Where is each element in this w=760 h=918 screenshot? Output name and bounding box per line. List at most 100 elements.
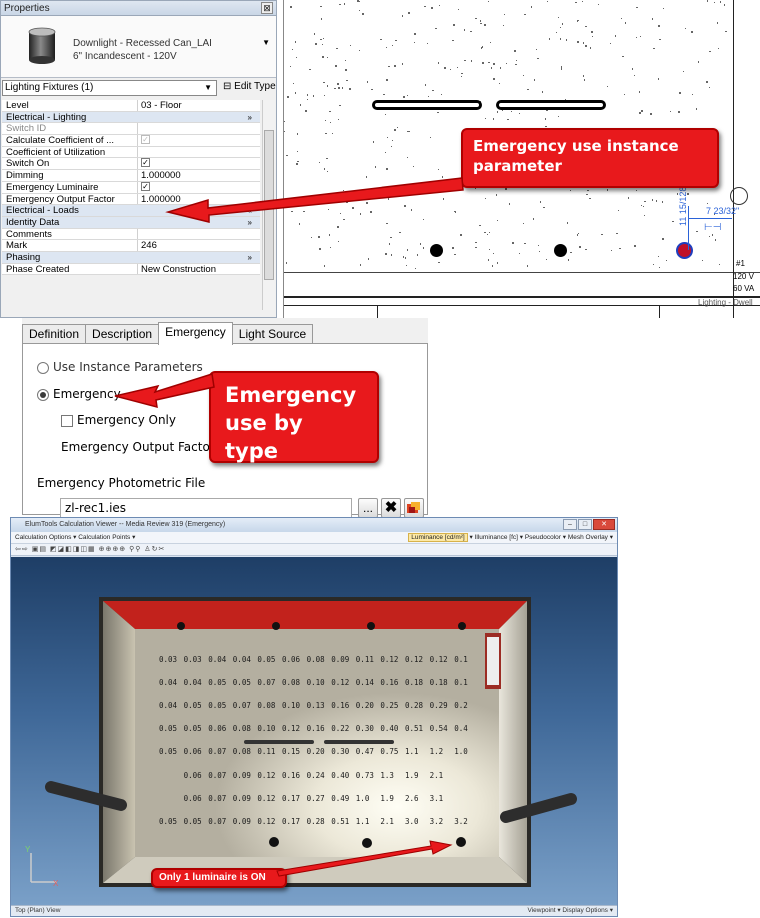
- illuminance-value: 0.47: [355, 747, 374, 756]
- view-icon[interactable]: ◫: [80, 546, 88, 553]
- viewpoint-menus[interactable]: Viewpoint ▾ Display Options ▾: [527, 906, 613, 916]
- illuminance-value: 0.18: [405, 678, 424, 687]
- illuminance-menus[interactable]: ▾ Illuminance [fc] ▾ Pseudocolor ▾ Mesh …: [470, 534, 613, 541]
- illuminance-value: 0.12: [282, 724, 301, 733]
- illuminance-value: 0.05: [159, 817, 178, 826]
- maximize-icon[interactable]: □: [578, 519, 592, 530]
- illuminance-value: 0.07: [257, 678, 276, 687]
- illuminance-value: 0.4: [454, 724, 468, 733]
- walk-icon[interactable]: ♙: [144, 546, 151, 553]
- illuminance-value: 0.04: [159, 701, 178, 710]
- callout-text: Only 1 luminaire is ON: [159, 872, 266, 883]
- photometric-icon: [407, 502, 420, 513]
- illuminance-value: 0.1: [454, 678, 468, 687]
- minimize-icon[interactable]: –: [563, 519, 577, 530]
- illuminance-value: 0.11: [355, 655, 374, 664]
- view-mode-label: Top (Plan) View: [15, 907, 61, 914]
- illuminance-value: 0.16: [306, 724, 325, 733]
- illuminance-value: 0.07: [208, 794, 227, 803]
- illuminance-value: 0.24: [306, 771, 325, 780]
- view-icon[interactable]: ◩: [50, 546, 58, 553]
- callout-line-1: Emergency: [225, 383, 357, 407]
- illuminance-value: 0.75: [380, 747, 399, 756]
- illuminance-value: 0.12: [257, 817, 276, 826]
- illuminance-value: 0.29: [429, 701, 448, 710]
- illuminance-value: 0.1: [454, 655, 468, 664]
- illuminance-value: 0.08: [257, 701, 276, 710]
- window-controls: – □ ✕: [563, 519, 615, 530]
- illuminance-value: 1.3: [380, 771, 394, 780]
- illuminance-value: 0.30: [331, 747, 350, 756]
- illuminance-value: 0.05: [183, 701, 202, 710]
- illuminance-value: 1.9: [380, 794, 394, 803]
- view-icon[interactable]: ◪: [58, 546, 66, 553]
- illuminance-value: 0.06: [183, 794, 202, 803]
- illuminance-value: 0.06: [183, 771, 202, 780]
- illuminance-value: 1.0: [355, 794, 370, 803]
- illuminance-value: 0.05: [232, 678, 251, 687]
- illuminance-value: 3.0: [405, 817, 419, 826]
- zoom-icon[interactable]: ⚲: [135, 546, 141, 553]
- illuminance-value: 0.03: [159, 655, 178, 664]
- illuminance-value: 0.25: [380, 701, 399, 710]
- illuminance-value: 0.05: [208, 701, 227, 710]
- illuminance-value: 0.05: [159, 724, 178, 733]
- illuminance-value: 0.10: [306, 678, 325, 687]
- illuminance-value: 2.1: [429, 771, 444, 780]
- illuminance-value: 0.08: [306, 655, 325, 664]
- illuminance-value: 0.07: [232, 701, 251, 710]
- forward-icon[interactable]: ⇨: [22, 546, 29, 553]
- illuminance-value: 2.6: [405, 794, 419, 803]
- calc-options-menu[interactable]: Calculation Options ▾ Calculation Points…: [15, 534, 135, 541]
- viewer-toolbar: ⇦⇨ ▣▤ ◩◪◧◨◫▦ ⊕⊕⊕⊕ ⚲⚲ ♙↻✂: [11, 544, 617, 556]
- viewer-titlebar: ElumTools Calculation Viewer -- Media Re…: [11, 518, 617, 532]
- illuminance-value: 0.20: [355, 701, 374, 710]
- photometric-file-field[interactable]: zl-rec1.ies: [60, 498, 352, 518]
- illuminance-value: 3.1: [429, 794, 444, 803]
- photometric-file-value: zl-rec1.ies: [65, 501, 127, 515]
- illuminance-value: 1.2: [429, 747, 444, 756]
- photometric-preview-button[interactable]: [404, 498, 424, 518]
- illuminance-value: 0.12: [405, 655, 424, 664]
- illuminance-value: 0.09: [232, 817, 251, 826]
- viewer-title: ElumTools Calculation Viewer -- Media Re…: [25, 521, 226, 528]
- illuminance-value: 0.04: [208, 655, 227, 664]
- illuminance-value: 0.12: [257, 794, 276, 803]
- illuminance-value: 0.51: [331, 817, 350, 826]
- illuminance-value: 0.20: [306, 747, 325, 756]
- axis-x-label: X: [53, 879, 59, 888]
- illuminance-value: 0.08: [232, 747, 251, 756]
- luminance-menu[interactable]: Luminance [cd/m²]: [408, 533, 468, 542]
- tab-emergency[interactable]: Emergency: [158, 322, 233, 345]
- browse-button[interactable]: ...: [358, 498, 378, 518]
- illuminance-value: 0.14: [355, 678, 374, 687]
- settings-icon[interactable]: ✂: [158, 546, 165, 553]
- illuminance-value: 0.05: [159, 747, 178, 756]
- close-icon[interactable]: ✕: [593, 519, 615, 530]
- illuminance-value: 0.07: [208, 817, 227, 826]
- illuminance-value: 0.06: [183, 747, 202, 756]
- illuminance-value: 3.2: [429, 817, 444, 826]
- illuminance-value: 0.13: [306, 701, 325, 710]
- orbit-icon[interactable]: ⊕: [119, 546, 126, 553]
- output-factor-label: Emergency Output Factor: [61, 440, 215, 454]
- illuminance-value: 3.2: [454, 817, 468, 826]
- callout-line-2: use by type: [225, 411, 303, 463]
- illuminance-value: 1.1: [355, 817, 370, 826]
- clear-button[interactable]: ✖: [381, 498, 401, 518]
- 3d-scene[interactable]: 0.03 0.03 0.04 0.04 0.05 0.06 0.08 0.09 0.11 0.12…: [11, 557, 617, 906]
- tab-light-source[interactable]: Light Source: [231, 324, 314, 344]
- illuminance-value: 0.10: [282, 701, 301, 710]
- illuminance-value: 0.06: [282, 655, 301, 664]
- illuminance-value: 0.10: [257, 724, 276, 733]
- view-icon[interactable]: ▦: [88, 546, 96, 553]
- copy-icon[interactable]: ▤: [39, 546, 47, 553]
- illuminance-value: 1.9: [405, 771, 419, 780]
- illuminance-value: 0.05: [183, 724, 202, 733]
- view-icon[interactable]: ◧: [65, 546, 73, 553]
- display-mode-menus: Luminance [cd/m²] ▾ Illuminance [fc] ▾ P…: [408, 532, 613, 544]
- illuminance-value: 0.12: [380, 655, 399, 664]
- back-icon[interactable]: ⇦: [15, 546, 22, 553]
- illuminance-value: 0.07: [208, 747, 227, 756]
- illuminance-value: 0.73: [355, 771, 374, 780]
